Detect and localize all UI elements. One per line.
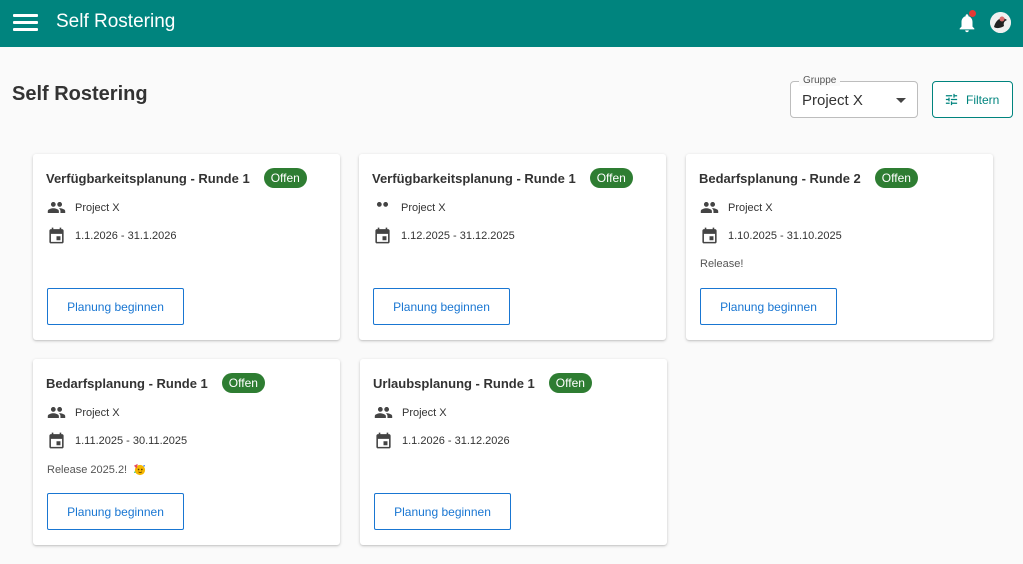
chevron-down-icon (896, 98, 906, 103)
filter-button-label: Filtern (966, 92, 1000, 107)
planning-card: Urlaubsplanung - Runde 1 Offen Project X… (360, 359, 667, 545)
card-dates: 1.1.2026 - 31.12.2026 (402, 434, 510, 447)
card-note-text: Release! (700, 258, 744, 270)
card-dates: 1.12.2025 - 31.12.2025 (401, 229, 515, 242)
group-icon (374, 403, 393, 422)
card-note: Release! (700, 258, 743, 270)
group-select[interactable]: Gruppe Project X (790, 75, 918, 118)
user-avatar-icon[interactable] (990, 12, 1011, 33)
start-planning-button[interactable]: Planung beginnen (374, 493, 511, 530)
status-badge: Offen (263, 168, 307, 188)
calendar-icon (700, 226, 719, 245)
start-planning-button[interactable]: Planung beginnen (47, 288, 184, 325)
calendar-icon (47, 431, 66, 450)
calendar-icon (374, 431, 393, 450)
card-title: Verfügbarkeitsplanung - Runde 1 (372, 170, 576, 186)
group-icon (47, 403, 66, 422)
tune-icon (944, 92, 959, 107)
card-title: Bedarfsplanung - Runde 2 (699, 170, 861, 186)
card-group: Project X (401, 201, 446, 214)
planning-card: Bedarfsplanung - Runde 2 Offen Project X… (686, 154, 993, 340)
group-icon (700, 198, 719, 217)
status-badge: Offen (548, 373, 592, 393)
group-select-value: Project X (802, 92, 863, 109)
page-title: Self Rostering (12, 83, 148, 105)
start-planning-button[interactable]: Planung beginnen (373, 288, 510, 325)
notification-dot (969, 10, 976, 17)
status-badge: Offen (221, 373, 265, 393)
start-planning-button[interactable]: Planung beginnen (47, 493, 184, 530)
status-badge: Offen (589, 168, 633, 188)
planning-card: Bedarfsplanung - Runde 1 Offen Project X… (33, 359, 340, 545)
start-planning-button[interactable]: Planung beginnen (700, 288, 837, 325)
card-note: Release 2025.2! (47, 463, 146, 476)
card-dates: 1.10.2025 - 31.10.2025 (728, 229, 842, 242)
calendar-icon (373, 226, 392, 245)
party-face-emoji-icon (133, 463, 146, 476)
status-badge: Offen (874, 168, 918, 188)
group-icon (47, 198, 66, 217)
planning-card: Verfügbarkeitsplanung - Runde 1 Offen Pr… (33, 154, 340, 340)
card-group: Project X (402, 406, 447, 419)
card-title: Urlaubsplanung - Runde 1 (373, 375, 535, 391)
calendar-icon (47, 226, 66, 245)
card-dates: 1.11.2025 - 30.11.2025 (75, 434, 188, 447)
app-title: Self Rostering (56, 11, 176, 32)
card-group: Project X (75, 201, 120, 214)
hamburger-menu-icon[interactable] (13, 12, 39, 34)
card-group: Project X (728, 201, 773, 214)
card-note-text: Release 2025.2! (47, 463, 128, 476)
card-title: Bedarfsplanung - Runde 1 (46, 375, 208, 391)
filter-button[interactable]: Filtern (932, 81, 1013, 118)
card-title: Verfügbarkeitsplanung - Runde 1 (46, 170, 250, 186)
group-select-label: Gruppe (799, 75, 841, 86)
group-icon (373, 198, 392, 217)
card-dates: 1.1.2026 - 31.1.2026 (75, 229, 177, 242)
planning-card: Verfügbarkeitsplanung - Runde 1 Offen Pr… (359, 154, 666, 340)
card-group: Project X (75, 406, 120, 419)
app-bar: Self Rostering (0, 0, 1023, 47)
